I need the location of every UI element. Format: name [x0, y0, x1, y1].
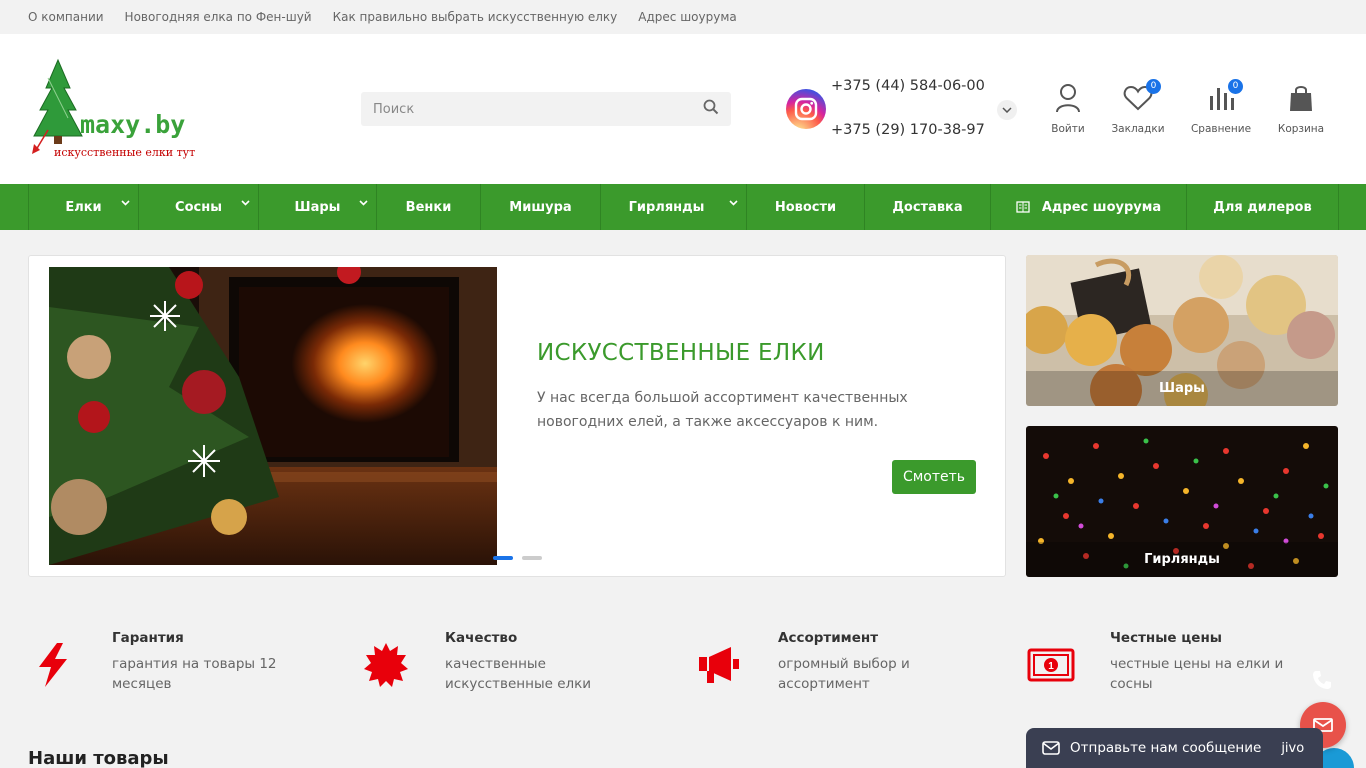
chevron-down-icon — [121, 200, 130, 206]
cart-label: Корзина — [1277, 123, 1325, 135]
slide-image — [49, 267, 497, 565]
feature-assortment-text: огромный выбор и ассортимент — [778, 656, 910, 692]
quality-badge-icon — [361, 640, 411, 690]
hero-slider: ИСКУССТВЕННЫЕ ЕЛКИ У нас всегда большой … — [28, 255, 1006, 577]
compare-button[interactable]: 0 Сравнение — [1181, 79, 1261, 135]
nav-item-showroom[interactable]: Адрес шоурума — [991, 184, 1187, 230]
nav-item-wreaths[interactable]: Венки — [377, 184, 481, 230]
top-link-about[interactable]: О компании — [28, 10, 104, 24]
nav-item-trees[interactable]: Елки — [29, 184, 139, 230]
chevron-down-icon — [359, 200, 368, 206]
bookmarks-button[interactable]: 0 Закладки — [1098, 79, 1178, 135]
slider-dot-1[interactable] — [493, 556, 513, 560]
bookmarks-count-badge: 0 — [1146, 79, 1161, 94]
header: maxy.by искусственные елки тут +375 (44)… — [0, 34, 1366, 184]
search-icon[interactable] — [703, 99, 719, 119]
top-link-how-to-choose[interactable]: Как правильно выбрать искусственную елку — [333, 10, 618, 24]
section-title-our-products: Наши товары — [28, 748, 169, 768]
category-tile-garlands[interactable]: Гирлянды — [1026, 426, 1338, 577]
feature-quality-text: качественные искусственные елки — [445, 656, 592, 692]
book-icon — [1016, 201, 1030, 213]
instagram-icon[interactable] — [786, 89, 826, 129]
phone-number-1[interactable]: +375 (44) 584-06-00 — [831, 78, 985, 94]
compare-count-badge: 0 — [1228, 79, 1243, 94]
slide-view-button[interactable]: Смотеть — [892, 460, 976, 494]
bookmarks-label: Закладки — [1111, 123, 1165, 135]
slider-dot-2[interactable] — [522, 556, 542, 560]
chevron-down-icon — [241, 200, 250, 206]
logo-text: maxy.by — [80, 110, 186, 139]
jivo-chat-text: Отправьте нам сообщение — [1070, 740, 1262, 756]
jivo-chat-widget[interactable]: Отправьте нам сообщение jivo — [1026, 728, 1323, 768]
site-logo[interactable]: maxy.by искусственные елки тут — [28, 58, 208, 168]
feature-warranty-text: гарантия на товары 12 месяцев — [112, 656, 277, 692]
nav-item-tinsel[interactable]: Мишура — [481, 184, 601, 230]
jivo-logo: jivo — [1281, 740, 1305, 756]
svg-text:1: 1 — [1048, 661, 1054, 672]
logo-tagline: искусственные елки тут — [54, 146, 196, 159]
top-links-bar: О компании Новогодняя елка по Фен-шуй Ка… — [0, 0, 1366, 34]
chevron-down-icon — [729, 200, 738, 206]
nav-item-balls[interactable]: Шары — [259, 184, 377, 230]
banknote-icon: 1 — [1026, 640, 1076, 690]
feature-warranty-title: Гарантия — [112, 630, 184, 646]
phones-dropdown-chevron-icon[interactable] — [997, 100, 1017, 120]
feature-assortment-title: Ассортимент — [778, 630, 879, 646]
category-garlands-label: Гирлянды — [1026, 542, 1338, 577]
top-link-showroom[interactable]: Адрес шоурума — [638, 10, 736, 24]
shopping-bag-icon — [1290, 86, 1312, 111]
nav-item-pines[interactable]: Сосны — [139, 184, 259, 230]
feature-fair-prices-text: честные цены на елки и сосны — [1110, 656, 1284, 692]
feature-fair-prices-title: Честные цены — [1110, 630, 1222, 646]
phone-number-2[interactable]: +375 (29) 170-38-97 — [831, 122, 985, 138]
nav-item-garlands[interactable]: Гирлянды — [601, 184, 747, 230]
nav-item-delivery[interactable]: Доставка — [865, 184, 991, 230]
nav-item-dealers[interactable]: Для дилеров — [1187, 184, 1339, 230]
top-link-feng-shui[interactable]: Новогодняя елка по Фен-шуй — [125, 10, 312, 24]
envelope-icon — [1042, 741, 1060, 755]
megaphone-icon — [694, 640, 744, 690]
login-button[interactable]: Войти — [1028, 82, 1108, 135]
callback-phone-icon[interactable] — [1312, 670, 1334, 692]
login-label: Войти — [1051, 123, 1085, 135]
category-tile-balls[interactable]: Шары — [1026, 255, 1338, 406]
slide-description: У нас всегда большой ассортимент качеств… — [537, 390, 908, 430]
slide-title: ИСКУССТВЕННЫЕ ЕЛКИ — [537, 340, 825, 366]
main-nav: Елки Сосны Шары Венки Мишура Гирлянды Но… — [0, 184, 1366, 230]
search-box — [361, 92, 731, 126]
cart-button[interactable]: Корзина — [1261, 82, 1341, 135]
compare-label: Сравнение — [1190, 123, 1252, 135]
search-input[interactable] — [373, 101, 703, 117]
category-balls-label: Шары — [1026, 371, 1338, 406]
feature-quality-title: Качество — [445, 630, 518, 646]
user-icon — [1056, 84, 1080, 113]
lightning-icon — [28, 640, 78, 690]
nav-item-news[interactable]: Новости — [747, 184, 865, 230]
